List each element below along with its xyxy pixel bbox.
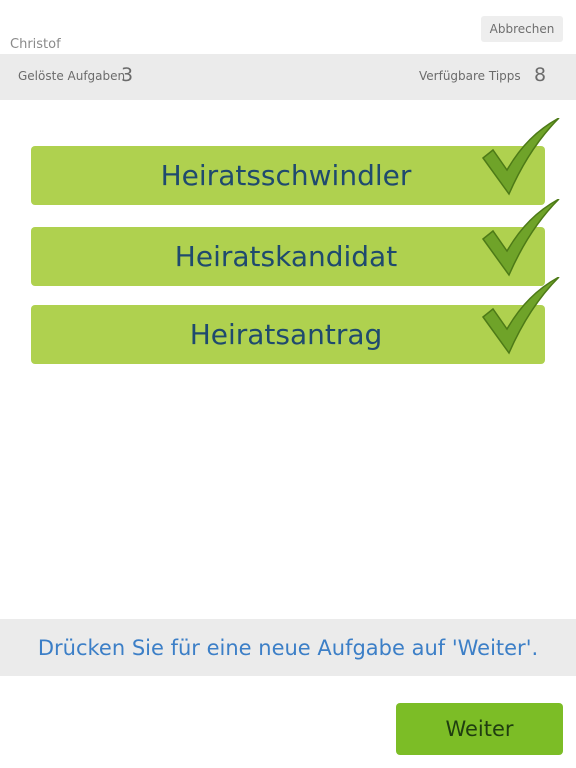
answer-option-label: Heiratskandidat — [174, 240, 398, 273]
stats-bar: Gelöste Aufgaben 3 Verfügbare Tipps 8 — [0, 54, 576, 100]
checkmark-icon — [481, 277, 560, 355]
hint-text: Drücken Sie für eine neue Aufgabe auf 'W… — [37, 635, 539, 660]
answer-option-label: Heiratsantrag — [189, 318, 383, 351]
answer-option-2[interactable]: Heiratskandidat — [31, 227, 545, 286]
checkmark-icon — [481, 199, 560, 277]
username-label: Christof — [10, 37, 61, 52]
solved-tasks-label: Gelöste Aufgaben — [18, 69, 126, 83]
checkmark-icon — [481, 118, 560, 196]
available-tips-label: Verfügbare Tipps — [419, 69, 521, 83]
answer-option-3[interactable]: Heiratsantrag — [31, 305, 545, 364]
answer-option-label: Heiratsschwindler — [160, 159, 412, 192]
quiz-result-screen: Christof Abbrechen Gelöste Aufgaben 3 Ve… — [0, 0, 576, 768]
answer-option-1[interactable]: Heiratsschwindler — [31, 146, 545, 205]
hint-bar: Drücken Sie für eine neue Aufgabe auf 'W… — [0, 619, 576, 676]
available-tips-count: 8 — [534, 64, 547, 86]
solved-tasks-count: 3 — [121, 64, 134, 86]
cancel-button[interactable]: Abbrechen — [481, 16, 563, 42]
next-button[interactable]: Weiter — [396, 703, 563, 755]
